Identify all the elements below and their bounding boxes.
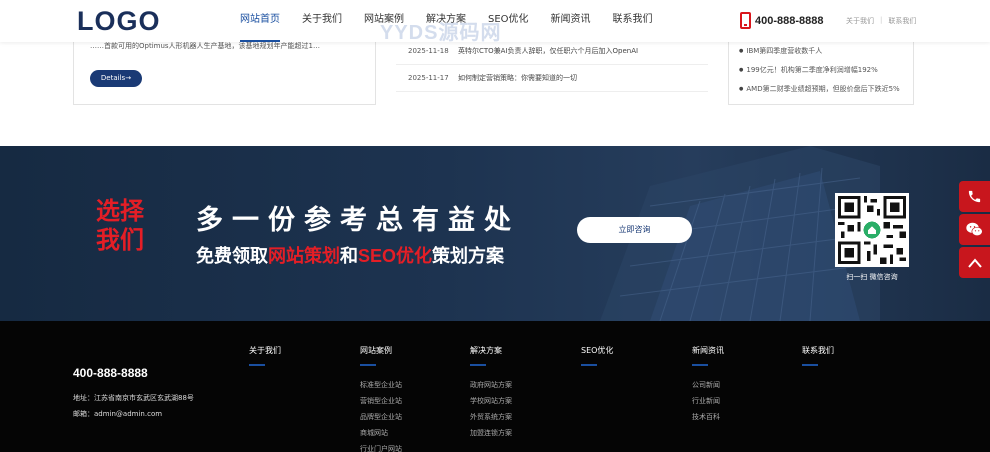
subtitle-suffix: 策划方案 (432, 246, 505, 266)
banner-title: 多一份参考总有益处 (196, 205, 520, 235)
footer-col-underline (470, 364, 486, 366)
logo[interactable]: LOGO (77, 7, 161, 35)
footer-link[interactable]: 学校网站方案 (470, 393, 512, 409)
footer-col-underline (360, 364, 376, 366)
bullet-item[interactable]: AMD第二财季业绩超预期，但股价盘后下跌近5% (739, 80, 899, 99)
back-to-top-icon (967, 257, 982, 268)
toplink-divider: | (880, 16, 883, 24)
choose-us-text: 选择 我们 (96, 197, 144, 255)
header-phone-number: 400-888-8888 (755, 14, 824, 27)
footer-col-title[interactable]: 解决方案 (470, 345, 512, 356)
footer-link[interactable]: 政府网站方案 (470, 377, 512, 393)
choose-line-2: 我们 (96, 227, 144, 254)
footer-link[interactable]: 外贸系统方案 (470, 409, 512, 425)
side-back-to-top-button[interactable] (959, 247, 990, 278)
footer-col-title[interactable]: 关于我们 (249, 345, 281, 356)
toplink-about[interactable]: 关于我们 (846, 16, 874, 26)
promo-banner: 选择 我们 多一份参考总有益处 免费领取网站策划和SEO优化策划方案 立即咨询 (0, 146, 990, 321)
footer-col-news: 新闻资讯 公司新闻 行业新闻 技术百科 (692, 345, 724, 425)
footer-phone: 400-888-8888 (73, 366, 148, 380)
subtitle-mid: 和 (340, 246, 358, 266)
qr-caption: 扫一扫 微信咨询 (846, 273, 898, 281)
footer-col-title[interactable]: 网站案例 (360, 345, 402, 356)
footer-col-about: 关于我们 (249, 345, 281, 377)
footer-email: 邮箱：admin@admin.com (73, 410, 163, 418)
nav-item-news[interactable]: 新闻资讯 (551, 0, 591, 42)
subtitle-highlight-1: 网站策划 (268, 246, 340, 266)
bullet-list: IBM第四季度营收数千人 199亿元！机构第二季度净利润增幅192% AMD第二… (739, 42, 900, 99)
news-item[interactable]: 2025-11-17 如何制定营销策略：你需要知道的一切 (396, 65, 708, 92)
news-title[interactable]: 如何制定营销策略：你需要知道的一切 (458, 73, 577, 83)
footer-col-underline (581, 364, 597, 366)
news-list: 2025-11-18 英特尔CTO兼AI负责人辞职，仅任职六个月后加入OpenA… (396, 38, 708, 92)
footer-col-underline (692, 364, 708, 366)
banner-subtitle: 免费领取网站策划和SEO优化策划方案 (196, 242, 504, 268)
wechat-icon (966, 222, 983, 237)
footer-link[interactable]: 品牌型企业站 (360, 409, 402, 425)
footer-link[interactable]: 技术百科 (692, 409, 724, 425)
footer-col-underline (249, 364, 265, 366)
footer-col-contact: 联系我们 (802, 345, 834, 377)
footer-col-underline (802, 364, 818, 366)
wechat-qr-code (835, 193, 909, 267)
nav-item-about[interactable]: 关于我们 (302, 0, 342, 42)
bullet-item[interactable]: 199亿元！机构第二季度净利润增幅192% (739, 61, 900, 80)
nav-item-home[interactable]: 网站首页 (240, 0, 280, 42)
footer-col-cases: 网站案例 标准型企业站 营销型企业站 品牌型企业站 商城网站 行业门户网站 (360, 345, 402, 452)
details-button[interactable]: Details→ (90, 70, 142, 87)
footer-col-solutions: 解决方案 政府网站方案 学校网站方案 外贸系统方案 加盟连锁方案 (470, 345, 512, 441)
consult-now-button[interactable]: 立即咨询 (577, 217, 692, 243)
footer-address: 地址：江苏省南京市玄武区玄武湖88号 (73, 394, 194, 402)
subtitle-highlight-2: SEO优化 (358, 246, 433, 266)
footer-link[interactable]: 商城网站 (360, 425, 402, 441)
footer-link[interactable]: 加盟连锁方案 (470, 425, 512, 441)
top-links: 关于我们 | 联系我们 (846, 16, 916, 26)
side-wechat-button[interactable] (959, 214, 990, 245)
footer-link[interactable]: 行业新闻 (692, 393, 724, 409)
qr-code-icon (838, 196, 906, 264)
phone-icon (968, 190, 981, 203)
page: LOGO 网站首页 关于我们 网站案例 解决方案 SEO优化 新闻资讯 联系我们… (0, 0, 990, 452)
subtitle-prefix: 免费领取 (196, 246, 268, 266)
watermark: YYDS源码网 (380, 22, 502, 44)
choose-line-1: 选择 (96, 198, 144, 225)
footer: 400-888-8888 地址：江苏省南京市玄武区玄武湖88号 邮箱：admin… (0, 321, 990, 452)
toplink-contact[interactable]: 联系我们 (888, 16, 916, 26)
side-float-toolbar (959, 181, 990, 280)
news-title[interactable]: 英特尔CTO兼AI负责人辞职，仅任职六个月后加入OpenAI (458, 46, 638, 56)
footer-link[interactable]: 行业门户网站 (360, 441, 402, 452)
footer-col-title[interactable]: 联系我们 (802, 345, 834, 356)
bullet-item[interactable]: IBM第四季度营收数千人 (739, 42, 900, 61)
footer-link[interactable]: 营销型企业站 (360, 393, 402, 409)
footer-col-title[interactable]: SEO优化 (581, 345, 613, 356)
news-date: 2025-11-18 (408, 47, 449, 55)
footer-link[interactable]: 公司新闻 (692, 377, 724, 393)
footer-link[interactable]: 标准型企业站 (360, 377, 402, 393)
footer-col-title[interactable]: 新闻资讯 (692, 345, 724, 356)
side-phone-button[interactable] (959, 181, 990, 212)
nav-item-contact[interactable]: 联系我们 (613, 0, 653, 42)
header-phone: 400-888-8888 (740, 12, 824, 29)
mobile-phone-icon (740, 12, 751, 29)
footer-col-seo: SEO优化 (581, 345, 613, 377)
news-date: 2025-11-17 (408, 74, 449, 82)
